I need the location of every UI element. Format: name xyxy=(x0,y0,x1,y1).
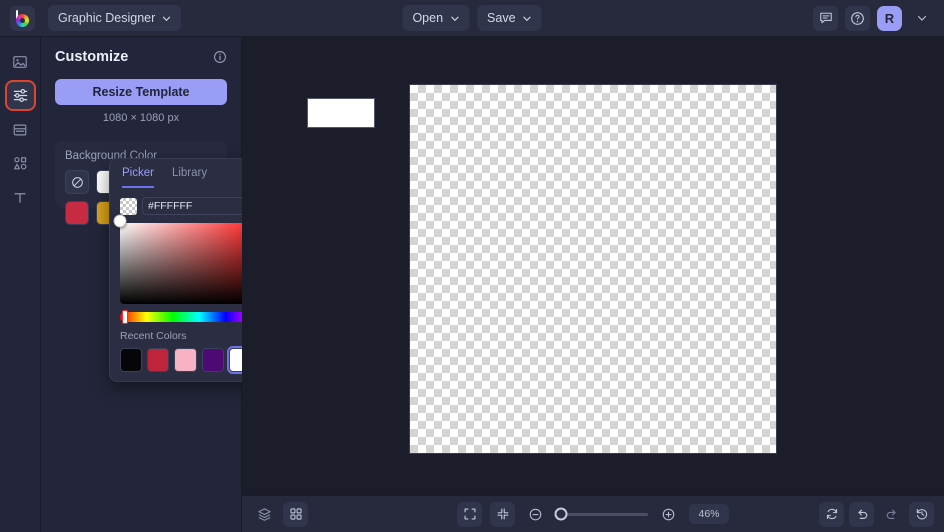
history-button[interactable] xyxy=(909,501,934,527)
swatch-crimson[interactable] xyxy=(65,201,89,225)
redo-button[interactable] xyxy=(879,502,904,527)
tab-picker[interactable]: Picker xyxy=(122,167,154,188)
document-type-label: Graphic Designer xyxy=(58,11,156,25)
left-tool-rail xyxy=(0,37,41,532)
save-label: Save xyxy=(487,11,516,25)
zoom-in-button[interactable] xyxy=(656,502,681,527)
header-right-actions: R xyxy=(813,5,934,31)
page-title: Customize xyxy=(55,49,129,65)
template-dimensions: 1080 × 1080 px xyxy=(102,112,180,124)
recent-color-2[interactable] xyxy=(147,348,170,372)
help-icon xyxy=(851,11,864,25)
recent-color-4[interactable] xyxy=(201,348,224,372)
zoom-level-value[interactable]: 46% xyxy=(689,504,729,524)
open-button[interactable]: Open xyxy=(402,5,470,31)
logo-color-wheel-icon xyxy=(14,9,31,27)
avatar-initial: R xyxy=(884,10,895,26)
grid-view-button[interactable] xyxy=(283,501,308,527)
text-icon xyxy=(14,192,26,203)
open-label: Open xyxy=(412,11,444,25)
help-button[interactable] xyxy=(845,5,870,31)
undo-icon xyxy=(857,509,867,519)
resize-template-button[interactable]: Resize Template xyxy=(55,79,227,105)
saturation-value-handle[interactable] xyxy=(113,214,127,228)
bottom-toolbar: 46% xyxy=(242,495,944,532)
feedback-button[interactable] xyxy=(813,5,838,31)
layers-icon xyxy=(258,507,271,521)
bottom-right-actions xyxy=(819,501,934,527)
app-logo[interactable] xyxy=(10,5,35,31)
layout-icon xyxy=(13,124,27,135)
recent-color-3[interactable] xyxy=(174,348,197,372)
floating-white-rectangle[interactable] xyxy=(307,98,375,128)
sidebar-item-customize[interactable] xyxy=(4,80,36,111)
grid-view-icon xyxy=(289,508,302,520)
sidebar-item-shapes[interactable] xyxy=(7,150,34,177)
undo-button[interactable] xyxy=(849,501,874,527)
comment-icon xyxy=(819,12,832,24)
design-canvas[interactable] xyxy=(410,85,776,453)
document-type-dropdown[interactable]: Graphic Designer xyxy=(48,5,182,31)
info-icon[interactable] xyxy=(213,50,227,64)
panel-header: Customize xyxy=(55,49,227,65)
sidebar-item-images[interactable] xyxy=(7,48,34,75)
fullscreen-button[interactable] xyxy=(457,501,482,527)
zoom-controls: 46% xyxy=(457,501,729,527)
shapes-icon xyxy=(13,157,26,170)
fit-to-screen-button[interactable] xyxy=(490,501,515,527)
avatar[interactable]: R xyxy=(877,5,902,31)
image-icon xyxy=(13,55,27,68)
chevron-down-icon xyxy=(917,15,926,21)
fullscreen-icon xyxy=(464,508,475,520)
no-color-icon xyxy=(71,176,83,188)
chevron-down-icon xyxy=(450,16,459,21)
zoom-in-icon xyxy=(662,508,675,520)
zoom-out-icon xyxy=(529,508,542,520)
chevron-down-icon xyxy=(523,16,531,21)
resize-template-label: Resize Template xyxy=(92,85,190,99)
history-icon xyxy=(916,508,927,520)
chevron-down-icon xyxy=(163,16,171,21)
redo-icon xyxy=(886,509,896,519)
zoom-slider[interactable] xyxy=(554,507,648,521)
reset-icon xyxy=(826,508,837,520)
current-color-preview xyxy=(120,197,137,215)
zoom-out-button[interactable] xyxy=(523,502,548,527)
app-root: Graphic Designer Open Save R Customize R… xyxy=(0,0,944,532)
reset-button[interactable] xyxy=(819,501,844,527)
account-menu-button[interactable] xyxy=(909,6,934,31)
hue-slider-handle[interactable] xyxy=(122,310,128,324)
top-header: Graphic Designer Open Save R xyxy=(0,0,944,37)
bottom-left-actions xyxy=(252,501,308,527)
file-actions: Open Save xyxy=(402,5,542,31)
sidebar-item-templates[interactable] xyxy=(7,116,34,143)
canvas-stage[interactable] xyxy=(242,37,944,495)
tab-library[interactable]: Library xyxy=(172,167,207,188)
sidebar-item-text[interactable] xyxy=(7,184,34,211)
layers-button[interactable] xyxy=(252,502,277,527)
swatch-no-color[interactable] xyxy=(65,170,89,194)
recent-color-1[interactable] xyxy=(120,348,143,372)
zoom-slider-handle[interactable] xyxy=(554,507,568,521)
save-button[interactable]: Save xyxy=(477,5,542,31)
sliders-icon xyxy=(13,89,27,102)
fit-to-screen-icon xyxy=(497,508,508,520)
